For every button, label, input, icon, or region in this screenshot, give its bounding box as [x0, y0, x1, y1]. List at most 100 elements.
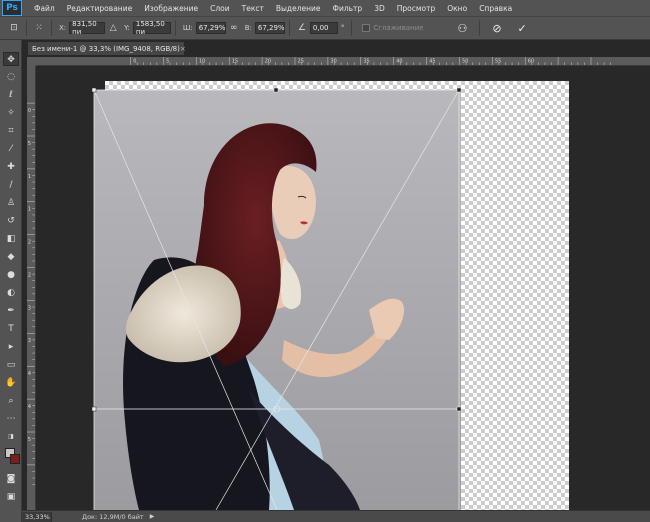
menu-help[interactable]: Справка: [479, 4, 512, 13]
ruler-label: 30: [331, 58, 337, 64]
menu-view[interactable]: Просмотр: [397, 4, 436, 13]
dodge-icon[interactable]: ◐: [3, 286, 19, 300]
screen-mode-icon[interactable]: ▣: [3, 490, 19, 504]
ruler-vertical[interactable]: 0 5 1 1 2 2 3 3 4 4 5: [27, 66, 36, 510]
x-field[interactable]: 831,50 пи: [69, 20, 106, 36]
transform-handle-right[interactable]: [456, 406, 462, 412]
smoothing-label: Сглаживание: [373, 24, 424, 32]
stamp-icon[interactable]: ♙: [3, 196, 19, 210]
history-brush-icon[interactable]: ↺: [3, 214, 19, 228]
move-icon[interactable]: ✥: [3, 52, 19, 66]
commit-transform-icon[interactable]: ✓: [518, 22, 527, 35]
menu-file[interactable]: Файл: [34, 4, 55, 13]
menu-type[interactable]: Текст: [242, 4, 264, 13]
ruler-label: 10: [199, 58, 205, 64]
width-field[interactable]: 67,29%: [195, 22, 226, 34]
x-label: X:: [59, 24, 67, 32]
healing-icon[interactable]: ✚: [3, 160, 19, 174]
ruler-horizontal[interactable]: 0 5 10 15 20 25 30 35 40 45 50 55 60: [36, 57, 650, 66]
divider: [288, 20, 290, 36]
default-colors-icon[interactable]: ◨: [3, 430, 19, 444]
menu-bar: Ps Файл Редактирование Изображение Слои …: [0, 0, 650, 16]
transform-diagonal: [215, 89, 460, 510]
ruler-label: 35: [363, 58, 369, 64]
menu-window[interactable]: Окно: [447, 4, 467, 13]
close-tab-icon[interactable]: ×: [180, 45, 186, 53]
link-icon[interactable]: ∞: [226, 23, 242, 33]
ruler-label: 1: [28, 207, 31, 213]
status-menu-arrow-icon[interactable]: ▶: [150, 513, 155, 520]
angle-field[interactable]: 0,00: [309, 22, 338, 34]
photoshop-logo: Ps: [2, 0, 22, 16]
ruler-label: 2: [28, 240, 31, 246]
pen-icon[interactable]: ✒: [3, 304, 19, 318]
ruler-label: 0: [133, 58, 136, 64]
ruler-label: 0: [28, 108, 31, 114]
ruler-label: 2: [28, 272, 31, 278]
status-bar: 33,33% Док: 12,9M/0 байт ▶: [22, 510, 650, 522]
bucket-icon[interactable]: ◆: [3, 250, 19, 264]
zoom-icon[interactable]: ⌕: [3, 394, 19, 408]
canvas-area[interactable]: [37, 67, 650, 510]
ruler-label: 55: [495, 58, 501, 64]
ruler-label: 5: [28, 141, 31, 147]
background-color-swatch[interactable]: [10, 454, 20, 464]
transform-handle-top-right[interactable]: [456, 87, 462, 93]
ruler-label: 4: [28, 371, 31, 377]
height-label: В:: [244, 24, 252, 32]
crop-icon[interactable]: ⌗: [3, 124, 19, 138]
hand-icon[interactable]: ✋: [3, 376, 19, 390]
divider: [351, 20, 353, 36]
quick-mask-icon[interactable]: ◙: [3, 472, 19, 486]
magic-wand-icon[interactable]: ✧: [3, 106, 19, 120]
ruler-label: 45: [429, 58, 435, 64]
ruler-label: 3: [28, 338, 31, 344]
smoothing-checkbox[interactable]: [362, 24, 371, 32]
transform-diagonal: [93, 89, 278, 510]
path-select-icon[interactable]: ▸: [3, 340, 19, 354]
menu-layers[interactable]: Слои: [210, 4, 230, 13]
lasso-icon[interactable]: ℓ: [3, 88, 19, 102]
ruler-label: 4: [28, 404, 31, 410]
free-transform-box[interactable]: [37, 67, 650, 510]
reference-point-icon[interactable]: ⁙: [31, 23, 47, 33]
divider: [479, 20, 481, 36]
shape-icon[interactable]: ▭: [3, 358, 19, 372]
ruler-label: 1: [28, 174, 31, 180]
cancel-transform-icon[interactable]: ⊘: [492, 22, 501, 35]
document-tab-title: Без имени-1 @ 33,3% (IMG_9408, RGB/8): [32, 44, 180, 53]
relative-position-icon[interactable]: △: [105, 23, 121, 33]
divider: [174, 20, 176, 36]
menu-edit[interactable]: Редактирование: [67, 4, 132, 13]
zoom-level-field[interactable]: 33,33%: [22, 511, 52, 522]
menu-image[interactable]: Изображение: [144, 4, 198, 13]
ruler-label: 60: [528, 58, 534, 64]
menu-3d[interactable]: 3D: [374, 4, 385, 13]
ruler-label: 25: [298, 58, 304, 64]
y-field[interactable]: 1583,50 пи: [132, 20, 171, 36]
marquee-icon[interactable]: ◌: [3, 70, 19, 84]
transform-handle-left[interactable]: [91, 406, 97, 412]
eraser-icon[interactable]: ◧: [3, 232, 19, 246]
document-size-info: Док: 12,9M/0 байт: [82, 512, 144, 521]
ruler-label: 3: [28, 305, 31, 311]
ruler-label: 15: [232, 58, 238, 64]
document-tab[interactable]: Без имени-1 @ 33,3% (IMG_9408, RGB/8) ×: [28, 42, 186, 55]
menu-filter[interactable]: Фильтр: [333, 4, 363, 13]
eyedropper-icon[interactable]: ⁄: [3, 142, 19, 156]
more-icon[interactable]: ⋯: [3, 412, 19, 426]
puppet-warp-icon[interactable]: ⚇: [457, 22, 467, 35]
tool-preset-icon[interactable]: ⊡: [6, 23, 22, 33]
width-label: Ш:: [182, 24, 193, 32]
transform-handle-top[interactable]: [273, 87, 279, 93]
transform-handle-top-left[interactable]: [91, 87, 97, 93]
blur-icon[interactable]: ●: [3, 268, 19, 282]
divider: [26, 20, 27, 36]
brush-icon[interactable]: /: [3, 178, 19, 192]
height-field[interactable]: 67,29%: [254, 22, 285, 34]
y-label: Y:: [124, 24, 130, 32]
ruler-origin[interactable]: [27, 57, 36, 66]
menu-select[interactable]: Выделение: [276, 4, 321, 13]
type-icon[interactable]: T: [3, 322, 19, 336]
tools-panel: ✥ ◌ ℓ ✧ ⌗ ⁄ ✚ / ♙ ↺ ◧ ◆ ● ◐ ✒ T ▸ ▭ ✋ ⌕ …: [0, 40, 22, 522]
